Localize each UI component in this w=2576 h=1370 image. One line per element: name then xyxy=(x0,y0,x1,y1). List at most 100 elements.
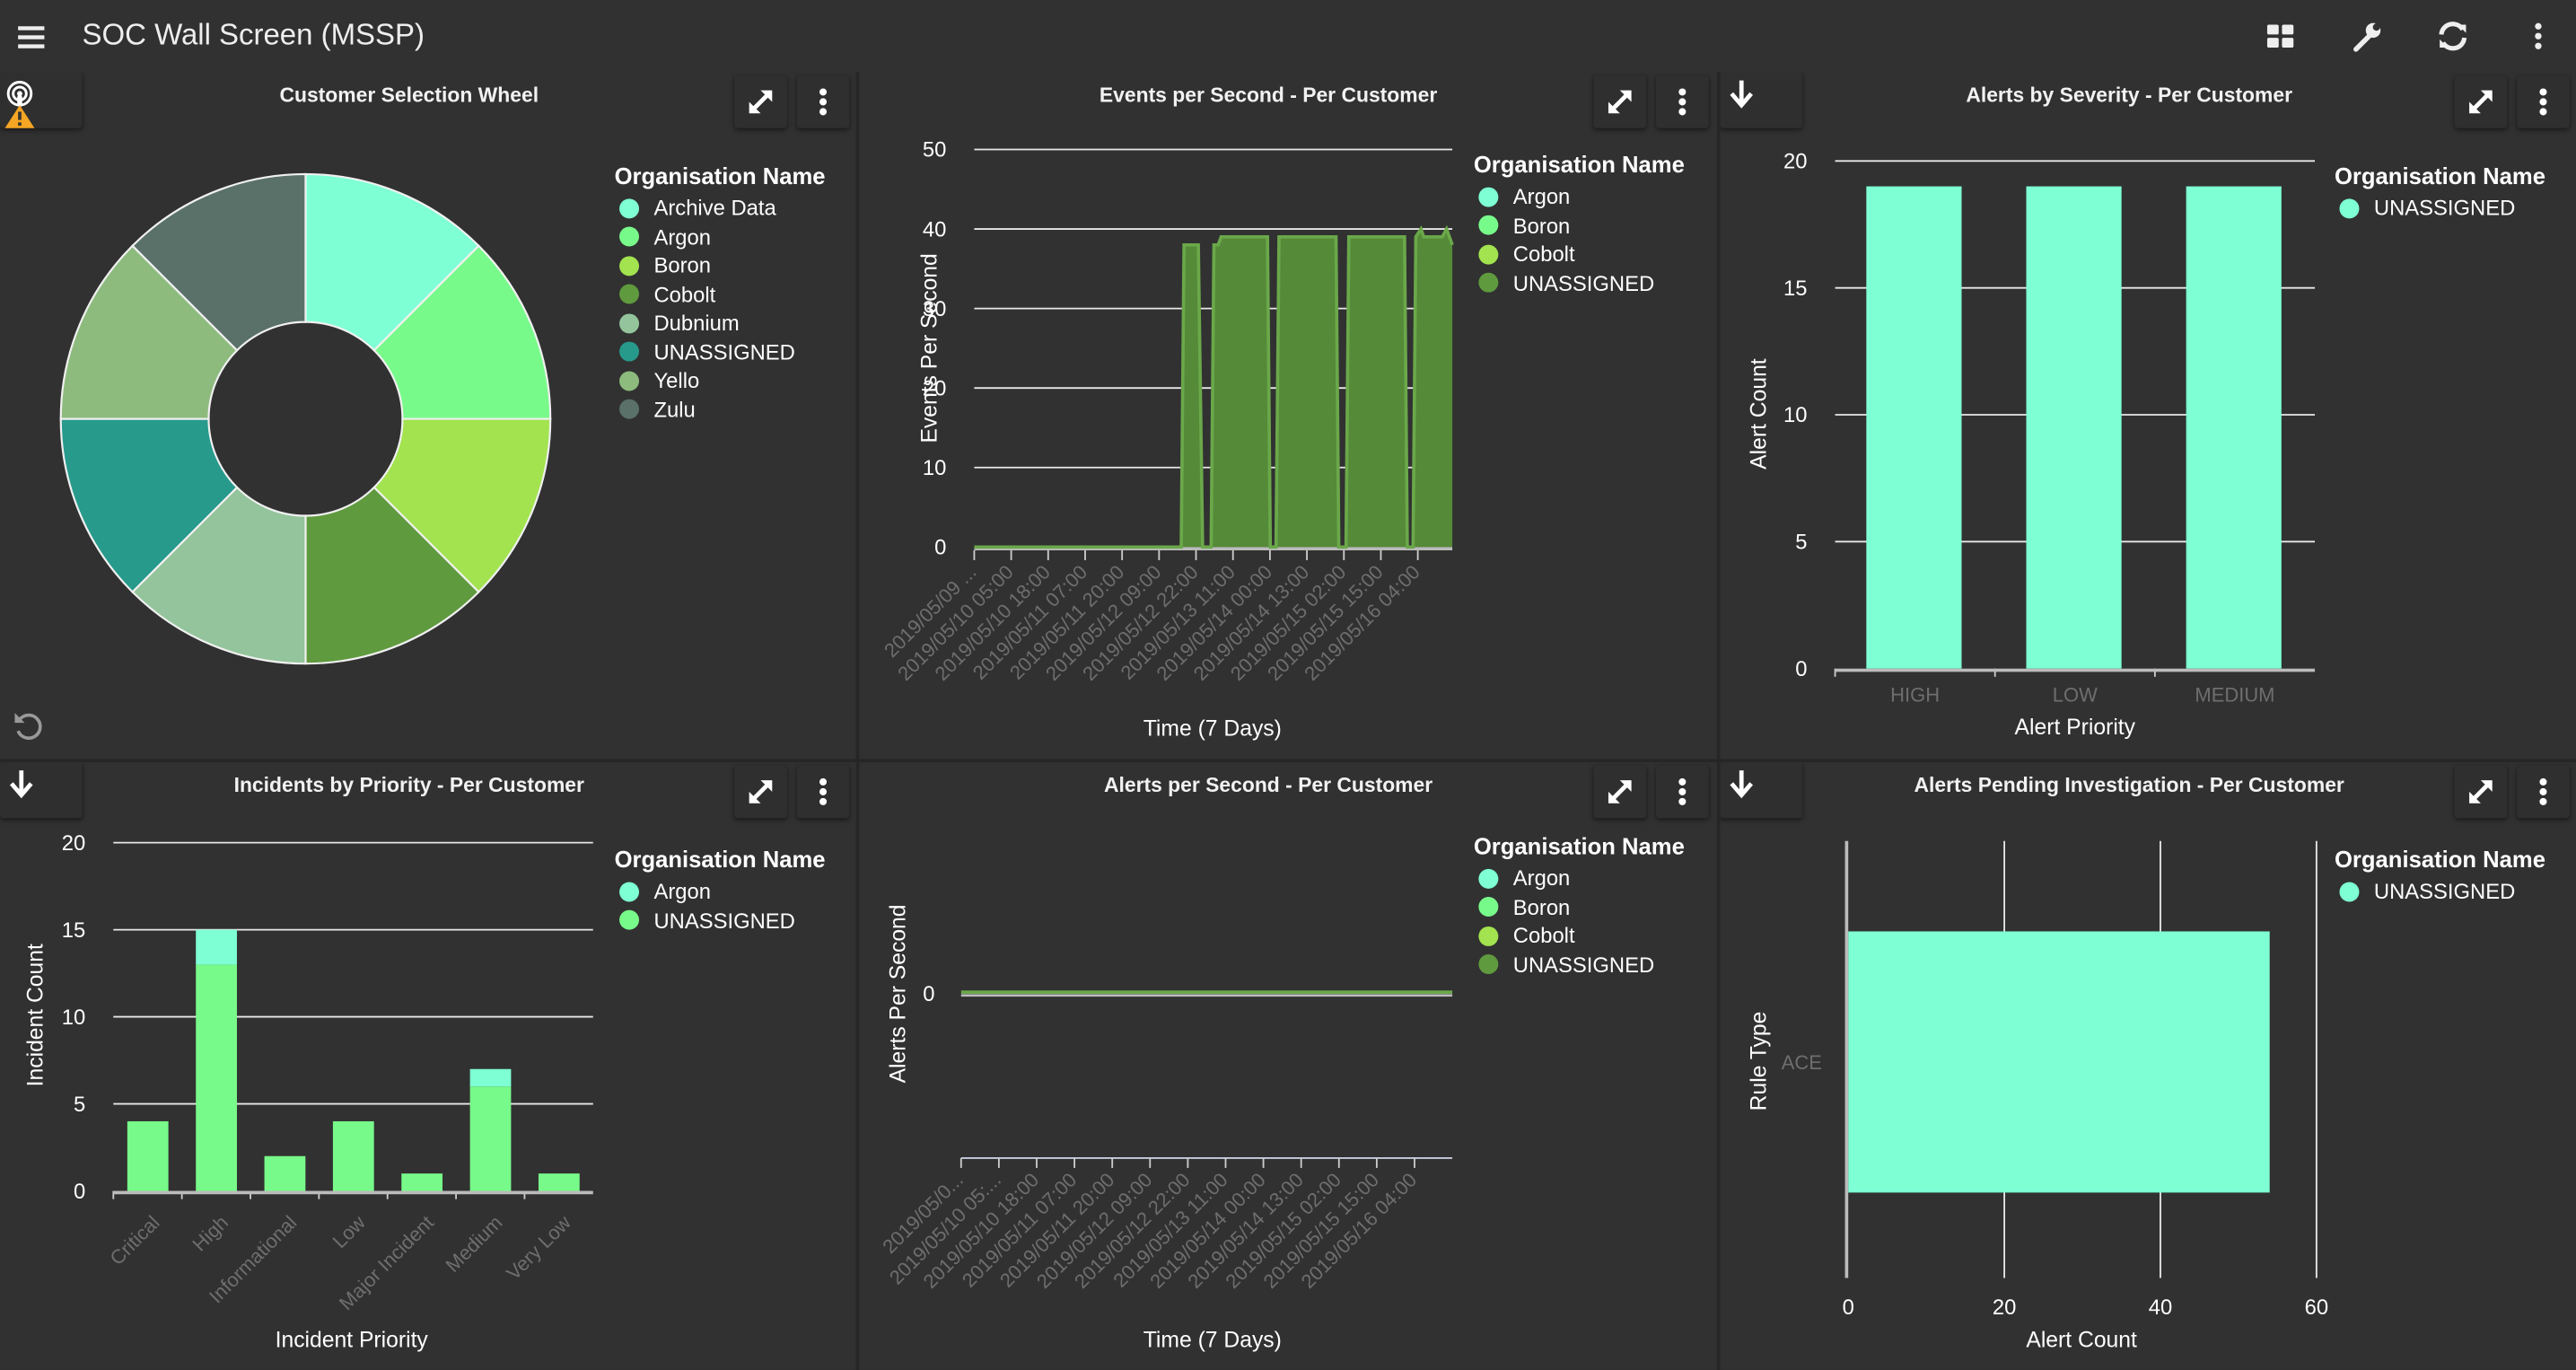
legend-item[interactable]: Argon xyxy=(1474,182,1717,211)
legend-item[interactable]: Argon xyxy=(1474,864,1717,892)
legend-item[interactable]: UNASSIGNED xyxy=(1474,268,1717,297)
y-tick-label: 10 xyxy=(62,1006,85,1030)
panel-menu-button[interactable] xyxy=(796,75,850,128)
legend-item[interactable]: Argon xyxy=(615,223,856,251)
arrow-down-icon xyxy=(1730,80,1754,109)
y-tick-label: 20 xyxy=(62,831,85,856)
bar-argon-high[interactable] xyxy=(196,929,237,965)
bar-unassigned-low[interactable] xyxy=(332,1120,374,1191)
legend-swatch xyxy=(619,342,640,362)
legend-item[interactable]: UNASSIGNED xyxy=(2335,877,2576,906)
y-axis-label: Alerts Per Second xyxy=(887,904,911,1083)
legend-item[interactable]: UNASSIGNED xyxy=(2335,194,2576,223)
legend-item[interactable]: UNASSIGNED xyxy=(615,338,856,366)
expand-button[interactable] xyxy=(2454,75,2508,128)
bar-unassigned-major-incident[interactable] xyxy=(401,1173,443,1191)
legend-label: Cobolt xyxy=(653,282,716,307)
incidents-by-priority-panel: 0 5 10 15 20 Critical High Informational Low Majo… xyxy=(0,761,856,1370)
events-per-second-panel: 0 10 20 30 40 50 2019/05/09 ... 2019/05/10 05:0… xyxy=(859,72,1717,760)
arrow-down-icon xyxy=(1730,770,1754,799)
legend-item[interactable]: Zulu xyxy=(615,395,856,424)
legend-item[interactable]: UNASSIGNED xyxy=(1474,950,1717,979)
panel-menu-button[interactable] xyxy=(2517,75,2570,128)
dashboard-grid-icon[interactable] xyxy=(2261,16,2300,56)
legend-item[interactable]: Cobolt xyxy=(615,280,856,309)
bar-low[interactable] xyxy=(2026,186,2122,669)
y-axis-label: Rule Type xyxy=(1748,1012,1772,1111)
panel-menu-button[interactable] xyxy=(1656,765,1709,819)
legend-swatch xyxy=(1478,273,1499,294)
legend-swatch xyxy=(1478,926,1499,946)
page-title: SOC Wall Screen (MSSP) xyxy=(82,18,425,51)
collapse-down-button[interactable] xyxy=(1720,761,1802,819)
legend-item[interactable]: UNASSIGNED xyxy=(615,906,856,935)
warning-icon xyxy=(4,105,35,128)
panel-title: Events per Second - Per Customer xyxy=(1099,83,1438,107)
bar-unassigned-critical[interactable] xyxy=(127,1120,169,1191)
legend-swatch xyxy=(1478,897,1499,918)
legend-title: Organisation Name xyxy=(1473,151,1685,178)
y-axis-label: Incident Count xyxy=(24,944,48,1086)
expand-button[interactable] xyxy=(734,765,787,819)
x-tick-label: HIGH xyxy=(1890,683,1940,706)
refresh-icon[interactable] xyxy=(2433,16,2473,56)
legend-swatch xyxy=(619,882,640,902)
x-axis-label: Time (7 Days) xyxy=(1143,717,1282,742)
expand-button[interactable] xyxy=(1593,75,1647,128)
legend-item[interactable]: Yello xyxy=(615,366,856,395)
legend-label: Boron xyxy=(1512,213,1571,238)
legend-label: Archive Data xyxy=(653,196,776,221)
legend-label: Yello xyxy=(653,368,700,393)
x-tick-label: 0 xyxy=(1843,1295,1854,1320)
legend-title: Organisation Name xyxy=(2334,162,2545,189)
undo-icon xyxy=(14,713,42,740)
x-tick-label: Critical xyxy=(106,1211,164,1269)
expand-button[interactable] xyxy=(1593,765,1647,819)
panel-menu-button[interactable] xyxy=(2517,765,2570,819)
legend-item[interactable]: Boron xyxy=(1474,211,1717,240)
bar-high[interactable] xyxy=(1866,186,1962,669)
bar-unassigned-medium[interactable] xyxy=(469,1086,512,1191)
legend-item[interactable]: Archive Data xyxy=(615,194,856,223)
legend-swatch xyxy=(1478,187,1499,207)
legend-label: Zulu xyxy=(653,397,696,422)
legend-item[interactable]: Cobolt xyxy=(1474,921,1717,950)
y-tick-label: 15 xyxy=(1783,277,1807,301)
alerts-pending-investigation-panel: 0 20 40 60 ACE Rule Type Alert Count Alerts Pen… xyxy=(1720,761,2576,1370)
panel-menu-button[interactable] xyxy=(1656,75,1709,128)
x-tick-label: 60 xyxy=(2305,1295,2328,1320)
x-tick-label: LOW xyxy=(2053,683,2098,706)
legend-label: UNASSIGNED xyxy=(1512,270,1655,295)
bar-medium[interactable] xyxy=(2186,186,2282,669)
alert-status-button[interactable] xyxy=(0,72,83,128)
legend: Organisation Name Archive Data Argon Boron C… xyxy=(615,162,856,424)
legend-item[interactable]: Boron xyxy=(615,251,856,280)
bar-argon-medium[interactable] xyxy=(469,1068,512,1087)
collapse-down-button[interactable] xyxy=(1720,72,1802,128)
panel-menu-button[interactable] xyxy=(796,765,850,819)
legend-swatch xyxy=(619,910,640,931)
bar-ace[interactable] xyxy=(1848,931,2270,1193)
bar-unassigned-high[interactable] xyxy=(196,964,237,1191)
legend-item[interactable]: Boron xyxy=(1474,892,1717,921)
y-tick-label: 0 xyxy=(923,982,934,1006)
panel-title: Incidents by Priority - Per Customer xyxy=(233,773,584,797)
y-tick-label: 20 xyxy=(1783,150,1807,174)
expand-button[interactable] xyxy=(734,75,787,128)
reset-button[interactable] xyxy=(10,708,46,744)
bar-unassigned-very-low[interactable] xyxy=(538,1173,580,1191)
wrench-icon[interactable] xyxy=(2348,16,2388,56)
alerts-by-severity-panel: 0 5 10 15 20 HIGH LOW MEDIUM Alert Count Alert Pr… xyxy=(1720,72,2576,760)
legend-item[interactable]: Argon xyxy=(615,877,856,906)
collapse-down-button[interactable] xyxy=(0,761,83,819)
y-tick-label: 0 xyxy=(74,1180,85,1204)
legend-item[interactable]: Dubnium xyxy=(615,309,856,338)
legend-label: Argon xyxy=(1512,865,1571,891)
expand-button[interactable] xyxy=(2454,765,2508,819)
more-vertical-icon[interactable] xyxy=(2519,16,2558,56)
y-tick-label: 10 xyxy=(1783,403,1807,427)
bar-unassigned-informational[interactable] xyxy=(264,1155,306,1191)
legend-item[interactable]: Cobolt xyxy=(1474,240,1717,268)
x-tick-label: Medium xyxy=(442,1211,507,1277)
menu-icon[interactable] xyxy=(13,18,53,57)
